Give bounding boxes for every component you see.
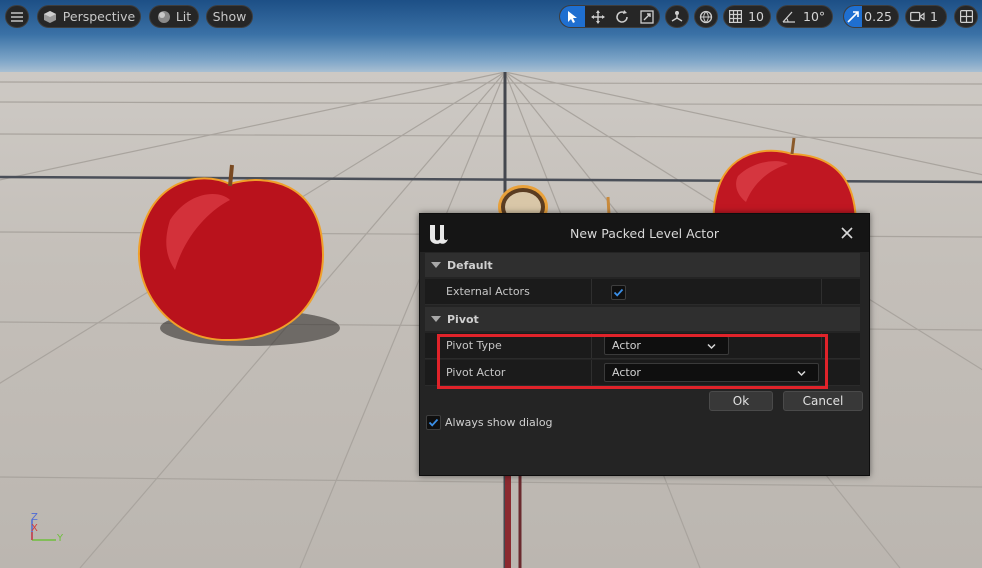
axis-y-label: Y xyxy=(57,533,64,544)
scale-snap-toggle[interactable] xyxy=(844,6,863,27)
axis-x-label: X xyxy=(31,523,38,534)
lit-button[interactable]: Lit xyxy=(149,5,199,28)
grid-icon xyxy=(728,10,742,23)
surface-snap-button[interactable] xyxy=(665,5,689,28)
ok-button[interactable]: Ok xyxy=(709,391,773,411)
dialog-title: New Packed Level Actor xyxy=(570,226,719,241)
layout-icon xyxy=(959,10,973,23)
apple-left[interactable] xyxy=(130,160,350,350)
surface-snap-icon xyxy=(671,10,683,22)
camera-icon xyxy=(909,11,925,22)
collapse-caret-icon xyxy=(431,262,441,268)
transform-tools xyxy=(559,5,660,28)
grid-snap-value[interactable]: 10 xyxy=(746,9,770,24)
cube-icon xyxy=(43,10,56,23)
grid-snap-toggle[interactable] xyxy=(724,6,746,27)
move-icon xyxy=(590,9,605,24)
column-divider xyxy=(591,279,592,304)
cancel-button[interactable]: Cancel xyxy=(783,391,863,411)
rotation-snap-toggle[interactable] xyxy=(777,6,801,27)
viewport-toolbar: Perspective Lit Show 10 10° 0.25 1 xyxy=(0,0,982,34)
world-icon xyxy=(699,10,713,23)
scale-snap-value[interactable]: 0.25 xyxy=(862,9,898,24)
grid-snap-control[interactable]: 10 xyxy=(723,5,771,28)
cursor-icon xyxy=(568,10,578,23)
angle-icon xyxy=(782,11,795,23)
external-actors-checkbox[interactable] xyxy=(611,285,626,300)
rotate-tool[interactable] xyxy=(610,6,635,27)
section-default[interactable]: Default xyxy=(425,253,860,277)
camera-speed-toggle[interactable] xyxy=(906,6,928,27)
rotation-snap-value[interactable]: 10° xyxy=(801,9,831,24)
sphere-icon xyxy=(157,10,170,23)
camera-speed-value[interactable]: 1 xyxy=(928,9,944,24)
translate-tool[interactable] xyxy=(585,6,610,27)
collapse-caret-icon xyxy=(431,316,441,322)
annotation-highlight-box xyxy=(437,334,828,389)
column-divider xyxy=(821,279,822,304)
lit-label: Lit xyxy=(175,9,192,24)
scale-snap-icon xyxy=(847,10,859,23)
section-pivot-label: Pivot xyxy=(447,312,479,326)
checkmark-icon xyxy=(613,288,624,297)
camera-speed-control[interactable]: 1 xyxy=(905,5,947,28)
section-default-label: Default xyxy=(447,258,493,272)
show-button[interactable]: Show xyxy=(206,5,253,28)
world-local-button[interactable] xyxy=(694,5,718,28)
row-external-actors: External Actors xyxy=(425,279,860,305)
viewport-menu-button[interactable] xyxy=(5,5,29,28)
rotation-snap-control[interactable]: 10° xyxy=(776,5,833,28)
close-icon[interactable] xyxy=(838,224,856,242)
rotate-icon xyxy=(616,9,628,23)
perspective-button[interactable]: Perspective xyxy=(37,5,141,28)
perspective-label: Perspective xyxy=(62,9,136,24)
axis-z-label: Z xyxy=(31,512,38,523)
scale-icon xyxy=(640,9,654,24)
scale-snap-control[interactable]: 0.25 xyxy=(843,5,899,28)
select-tool[interactable] xyxy=(560,6,586,27)
scale-tool[interactable] xyxy=(634,6,659,27)
external-actors-label: External Actors xyxy=(446,285,530,298)
always-show-dialog-label: Always show dialog xyxy=(445,416,553,429)
dialog-title-bar[interactable]: New Packed Level Actor xyxy=(420,214,869,252)
checkmark-icon xyxy=(428,418,439,427)
section-pivot[interactable]: Pivot xyxy=(425,307,860,331)
layout-button[interactable] xyxy=(954,5,978,28)
show-label: Show xyxy=(212,9,247,24)
always-show-dialog-checkbox[interactable] xyxy=(426,415,441,430)
hamburger-icon xyxy=(11,11,23,22)
